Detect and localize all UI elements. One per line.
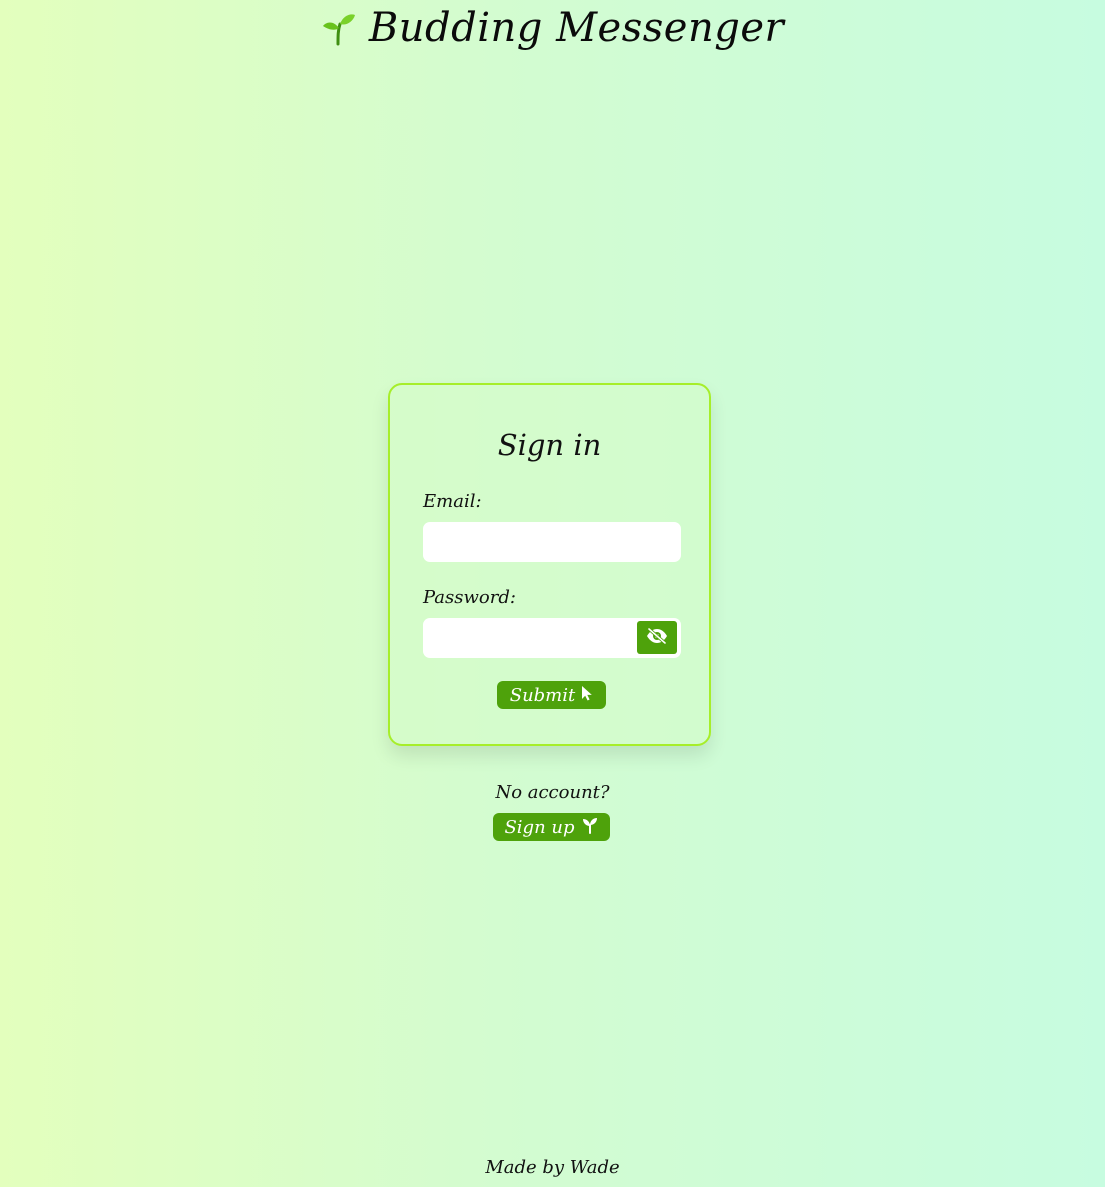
email-label: Email: xyxy=(423,491,482,512)
footer-credit: Made by Wade xyxy=(485,1157,620,1178)
signin-card: Sign in Email: Password: Submit xyxy=(388,383,711,746)
header-content: Budding Messenger xyxy=(321,2,784,54)
app-title: Budding Messenger xyxy=(368,5,785,51)
email-field[interactable] xyxy=(423,522,681,562)
signin-title: Sign in xyxy=(497,428,602,462)
sprout-icon xyxy=(581,816,599,839)
app-header: Budding Messenger xyxy=(0,2,1105,58)
no-account-prompt: No account? xyxy=(495,782,610,803)
submit-button[interactable]: Submit xyxy=(497,681,606,709)
sign-up-button-label: Sign up xyxy=(504,816,575,838)
sign-up-button[interactable]: Sign up xyxy=(493,813,610,841)
toggle-password-visibility-button[interactable] xyxy=(637,621,677,654)
sprout-icon xyxy=(321,10,357,46)
submit-button-label: Submit xyxy=(509,684,576,706)
cursor-pointer-icon xyxy=(581,685,593,706)
password-label: Password: xyxy=(423,587,516,608)
eye-slash-icon xyxy=(646,626,668,648)
